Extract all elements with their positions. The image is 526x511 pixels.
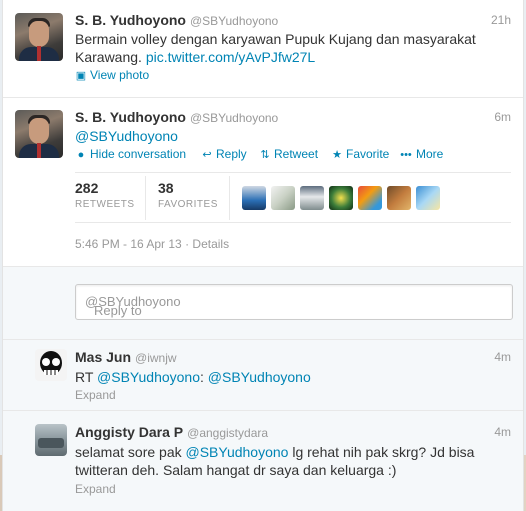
author-name[interactable]: Anggisty Dara P <box>75 424 183 440</box>
author-handle[interactable]: @iwnjw <box>135 351 177 365</box>
view-photo-button[interactable]: ▣ View photo <box>75 68 149 82</box>
hide-conversation-button[interactable]: ● Hide conversation <box>75 147 186 161</box>
favorites-stat[interactable]: 38 FAVORITES <box>158 172 218 222</box>
retweet-icon: ⇅ <box>260 149 270 161</box>
divider <box>229 176 230 220</box>
author-name[interactable]: Mas Jun <box>75 349 131 365</box>
photo-link[interactable]: pic.twitter.com/yAvPJfw27L <box>146 49 315 65</box>
tweet-time[interactable]: 21h <box>491 13 511 27</box>
more-button[interactable]: ••• More <box>399 147 443 161</box>
retweet-button[interactable]: ⇅ Retweet <box>259 147 318 161</box>
author-handle[interactable]: @anggistydara <box>187 426 268 440</box>
tweet-timestamp: 5:46 PM - 16 Apr 13 · Details <box>75 237 230 251</box>
reply-placeholder: Reply to @SBYudhoyono <box>85 294 181 318</box>
reply-icon: ↩ <box>202 149 212 161</box>
retweeter-avatar[interactable] <box>329 186 353 210</box>
mention-link[interactable]: @SBYudhoyono <box>186 444 289 460</box>
retweeter-avatar[interactable] <box>387 186 411 210</box>
author-handle[interactable]: @SBYudhoyono <box>190 14 278 28</box>
avatar[interactable] <box>35 424 67 456</box>
divider <box>145 176 146 220</box>
expand-link[interactable]: Expand <box>75 388 116 402</box>
mention-link[interactable]: @SBYudhoyono <box>208 369 311 385</box>
favorite-button[interactable]: ★ Favorite <box>331 147 389 161</box>
tweet-mention[interactable]: @SBYudhoyono <box>75 127 507 145</box>
tweet-stats: 282 RETWEETS 38 FAVORITES <box>75 172 511 224</box>
tweet-text: Bermain volley dengan karyawan Pupuk Kuj… <box>75 31 476 65</box>
favorite-icon: ★ <box>332 149 342 161</box>
reply-input[interactable]: Reply to @SBYudhoyono <box>75 284 513 320</box>
hide-conversation-icon: ● <box>77 149 85 161</box>
reply-button[interactable]: ↩ Reply <box>201 147 246 161</box>
mention-link[interactable]: @SBYudhoyono <box>97 369 200 385</box>
photo-icon: ▣ <box>75 70 87 82</box>
avatar[interactable] <box>35 349 67 381</box>
retweeter-avatar[interactable] <box>271 186 295 210</box>
retweeter-avatar[interactable] <box>416 186 440 210</box>
tweet-author[interactable]: Mas Jun @iwnjw <box>75 349 177 365</box>
reply-tweet[interactable]: Mas Jun @iwnjw 4m RT @SBYudhoyono: @SBYud… <box>3 340 523 411</box>
tweet-text: RT @SBYudhoyono: @SBYudhoyono <box>75 369 311 385</box>
tweet-text: selamat sore pak @SBYudhoyono lg rehat n… <box>75 444 475 478</box>
expand-link[interactable]: Expand <box>75 482 116 496</box>
retweeter-avatar[interactable] <box>358 186 382 210</box>
details-link[interactable]: Details <box>192 237 229 251</box>
author-name[interactable]: S. B. Yudhoyono <box>75 12 186 28</box>
retweeter-avatar[interactable] <box>300 186 324 210</box>
tweet-time[interactable]: 4m <box>494 350 511 364</box>
author-handle[interactable]: @SBYudhoyono <box>190 111 278 125</box>
reply-tweet[interactable]: Anggisty Dara P @anggistydara 4m selamat … <box>3 411 523 511</box>
retweets-stat[interactable]: 282 RETWEETS <box>75 172 135 222</box>
avatar[interactable] <box>15 13 63 61</box>
tweet-time[interactable]: 6m <box>494 110 511 124</box>
more-icon: ••• <box>400 149 412 161</box>
tweet-time[interactable]: 4m <box>494 425 511 439</box>
timestamp-link[interactable]: 5:46 PM - 16 Apr 13 <box>75 237 182 251</box>
tweet-author[interactable]: S. B. Yudhoyono @SBYudhoyono <box>75 12 278 28</box>
tweet-author[interactable]: Anggisty Dara P @anggistydara <box>75 424 268 440</box>
tweet-item[interactable]: S. B. Yudhoyono @SBYudhoyono 21h Bermain … <box>3 0 523 98</box>
author-name[interactable]: S. B. Yudhoyono <box>75 109 186 125</box>
retweeter-avatar[interactable] <box>242 186 266 210</box>
avatar[interactable] <box>15 110 63 158</box>
tweet-stream: S. B. Yudhoyono @SBYudhoyono 21h Bermain … <box>2 0 524 511</box>
tweet-author[interactable]: S. B. Yudhoyono @SBYudhoyono <box>75 109 278 125</box>
